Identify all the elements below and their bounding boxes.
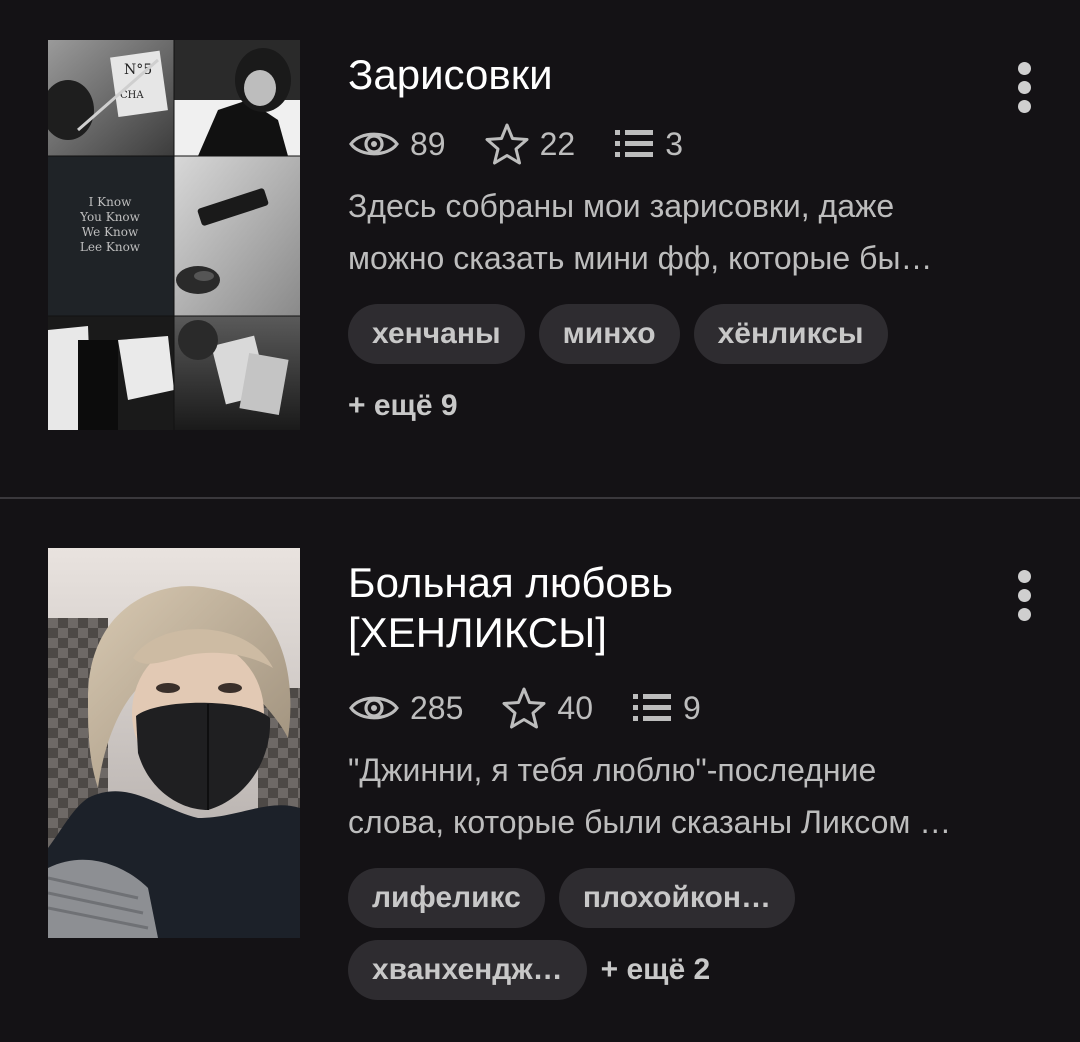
story-description[interactable]: Здесь собраны мои зарисовки, даже можно … xyxy=(348,180,1038,284)
description-line: "Джинни, я тебя люблю"-последние xyxy=(348,752,877,788)
tag-row: лифеликс плохойкон… xyxy=(348,868,1028,928)
story-title-line[interactable]: Больная любовь xyxy=(348,559,673,606)
list-icon xyxy=(615,130,654,157)
more-vertical-icon-dot xyxy=(1018,62,1031,75)
tag-row: хенчаны минхо хёнликсы xyxy=(348,304,1028,364)
story-title[interactable]: Зарисовки xyxy=(348,50,988,100)
tag-chip[interactable]: лифеликс xyxy=(348,868,545,928)
tag-chip[interactable]: хванхендж… xyxy=(348,940,587,1000)
likes-stat: 40 xyxy=(501,686,593,730)
more-vertical-icon-dot xyxy=(1018,589,1031,602)
views-count: 89 xyxy=(410,125,446,162)
eye-icon xyxy=(349,696,399,720)
parts-count: 9 xyxy=(682,689,701,726)
tag-chip[interactable]: хенчаны xyxy=(348,304,525,364)
story-stats: 89 22 3 xyxy=(348,122,721,166)
story-stats: 285 40 9 xyxy=(348,686,739,730)
story-description[interactable]: "Джинни, я тебя люблю"-последние слова, … xyxy=(348,744,1038,848)
tag-row: хванхендж… + ещё 2 xyxy=(348,940,1028,1000)
svg-text:You Know: You Know xyxy=(79,210,141,224)
cover-photo xyxy=(48,548,300,938)
more-vertical-icon-dot xyxy=(1018,570,1031,583)
more-options-button[interactable] xyxy=(1008,58,1042,118)
card-divider xyxy=(0,497,1080,499)
eye-icon xyxy=(349,132,399,156)
star-icon xyxy=(485,123,529,165)
story-title[interactable]: Больная любовь [ХЕНЛИКСЫ] xyxy=(348,558,988,658)
story-tags: хенчаны минхо хёнликсы + ещё 9 xyxy=(348,304,1028,448)
views-stat: 285 xyxy=(348,690,463,727)
svg-text:I Know: I Know xyxy=(89,195,132,209)
svg-text:Lee Know: Lee Know xyxy=(80,240,141,254)
story-cover-image[interactable] xyxy=(48,548,300,938)
more-options-button[interactable] xyxy=(1008,566,1042,626)
more-tags-link[interactable]: + ещё 2 xyxy=(601,953,711,987)
description-line: Здесь собраны мои зарисовки, даже xyxy=(348,188,895,224)
description-line: слова, которые были сказаны Ликсом … xyxy=(348,804,952,840)
tag-chip[interactable]: минхо xyxy=(538,304,680,364)
svg-text:We Know: We Know xyxy=(82,225,139,239)
cover-collage: N°5 CHA I Know You Know We Know Lee Know xyxy=(48,40,300,430)
likes-count: 40 xyxy=(557,689,593,726)
parts-stat: 9 xyxy=(631,690,701,727)
more-vertical-icon-dot xyxy=(1018,81,1031,94)
parts-stat: 3 xyxy=(613,126,683,163)
tag-row: + ещё 9 xyxy=(348,376,1028,436)
more-vertical-icon-dot xyxy=(1018,100,1031,113)
parts-count: 3 xyxy=(665,125,683,162)
description-line: можно сказать мини фф, которые бы… xyxy=(348,240,933,276)
list-icon xyxy=(632,694,671,721)
star-icon xyxy=(502,687,546,729)
tag-chip[interactable]: плохойкон… xyxy=(558,868,795,928)
more-tags-link[interactable]: + ещё 9 xyxy=(348,389,458,423)
likes-stat: 22 xyxy=(484,122,576,166)
story-card[interactable]: Больная любовь [ХЕНЛИКСЫ] 285 40 9 "Джин… xyxy=(0,548,1080,1042)
story-cover-image[interactable]: N°5 CHA I Know You Know We Know Lee Know xyxy=(48,40,300,430)
tag-chip[interactable]: хёнликсы xyxy=(693,304,888,364)
views-count: 285 xyxy=(410,689,464,726)
views-stat: 89 xyxy=(348,126,446,163)
story-tags: лифеликс плохойкон… хванхендж… + ещё 2 xyxy=(348,868,1028,1012)
story-title-line[interactable]: [ХЕНЛИКСЫ] xyxy=(348,609,607,656)
more-vertical-icon-dot xyxy=(1018,608,1031,621)
story-title-line[interactable]: Зарисовки xyxy=(348,51,553,98)
likes-count: 22 xyxy=(539,125,576,162)
story-card[interactable]: N°5 CHA I Know You Know We Know Lee Know xyxy=(0,40,1080,500)
